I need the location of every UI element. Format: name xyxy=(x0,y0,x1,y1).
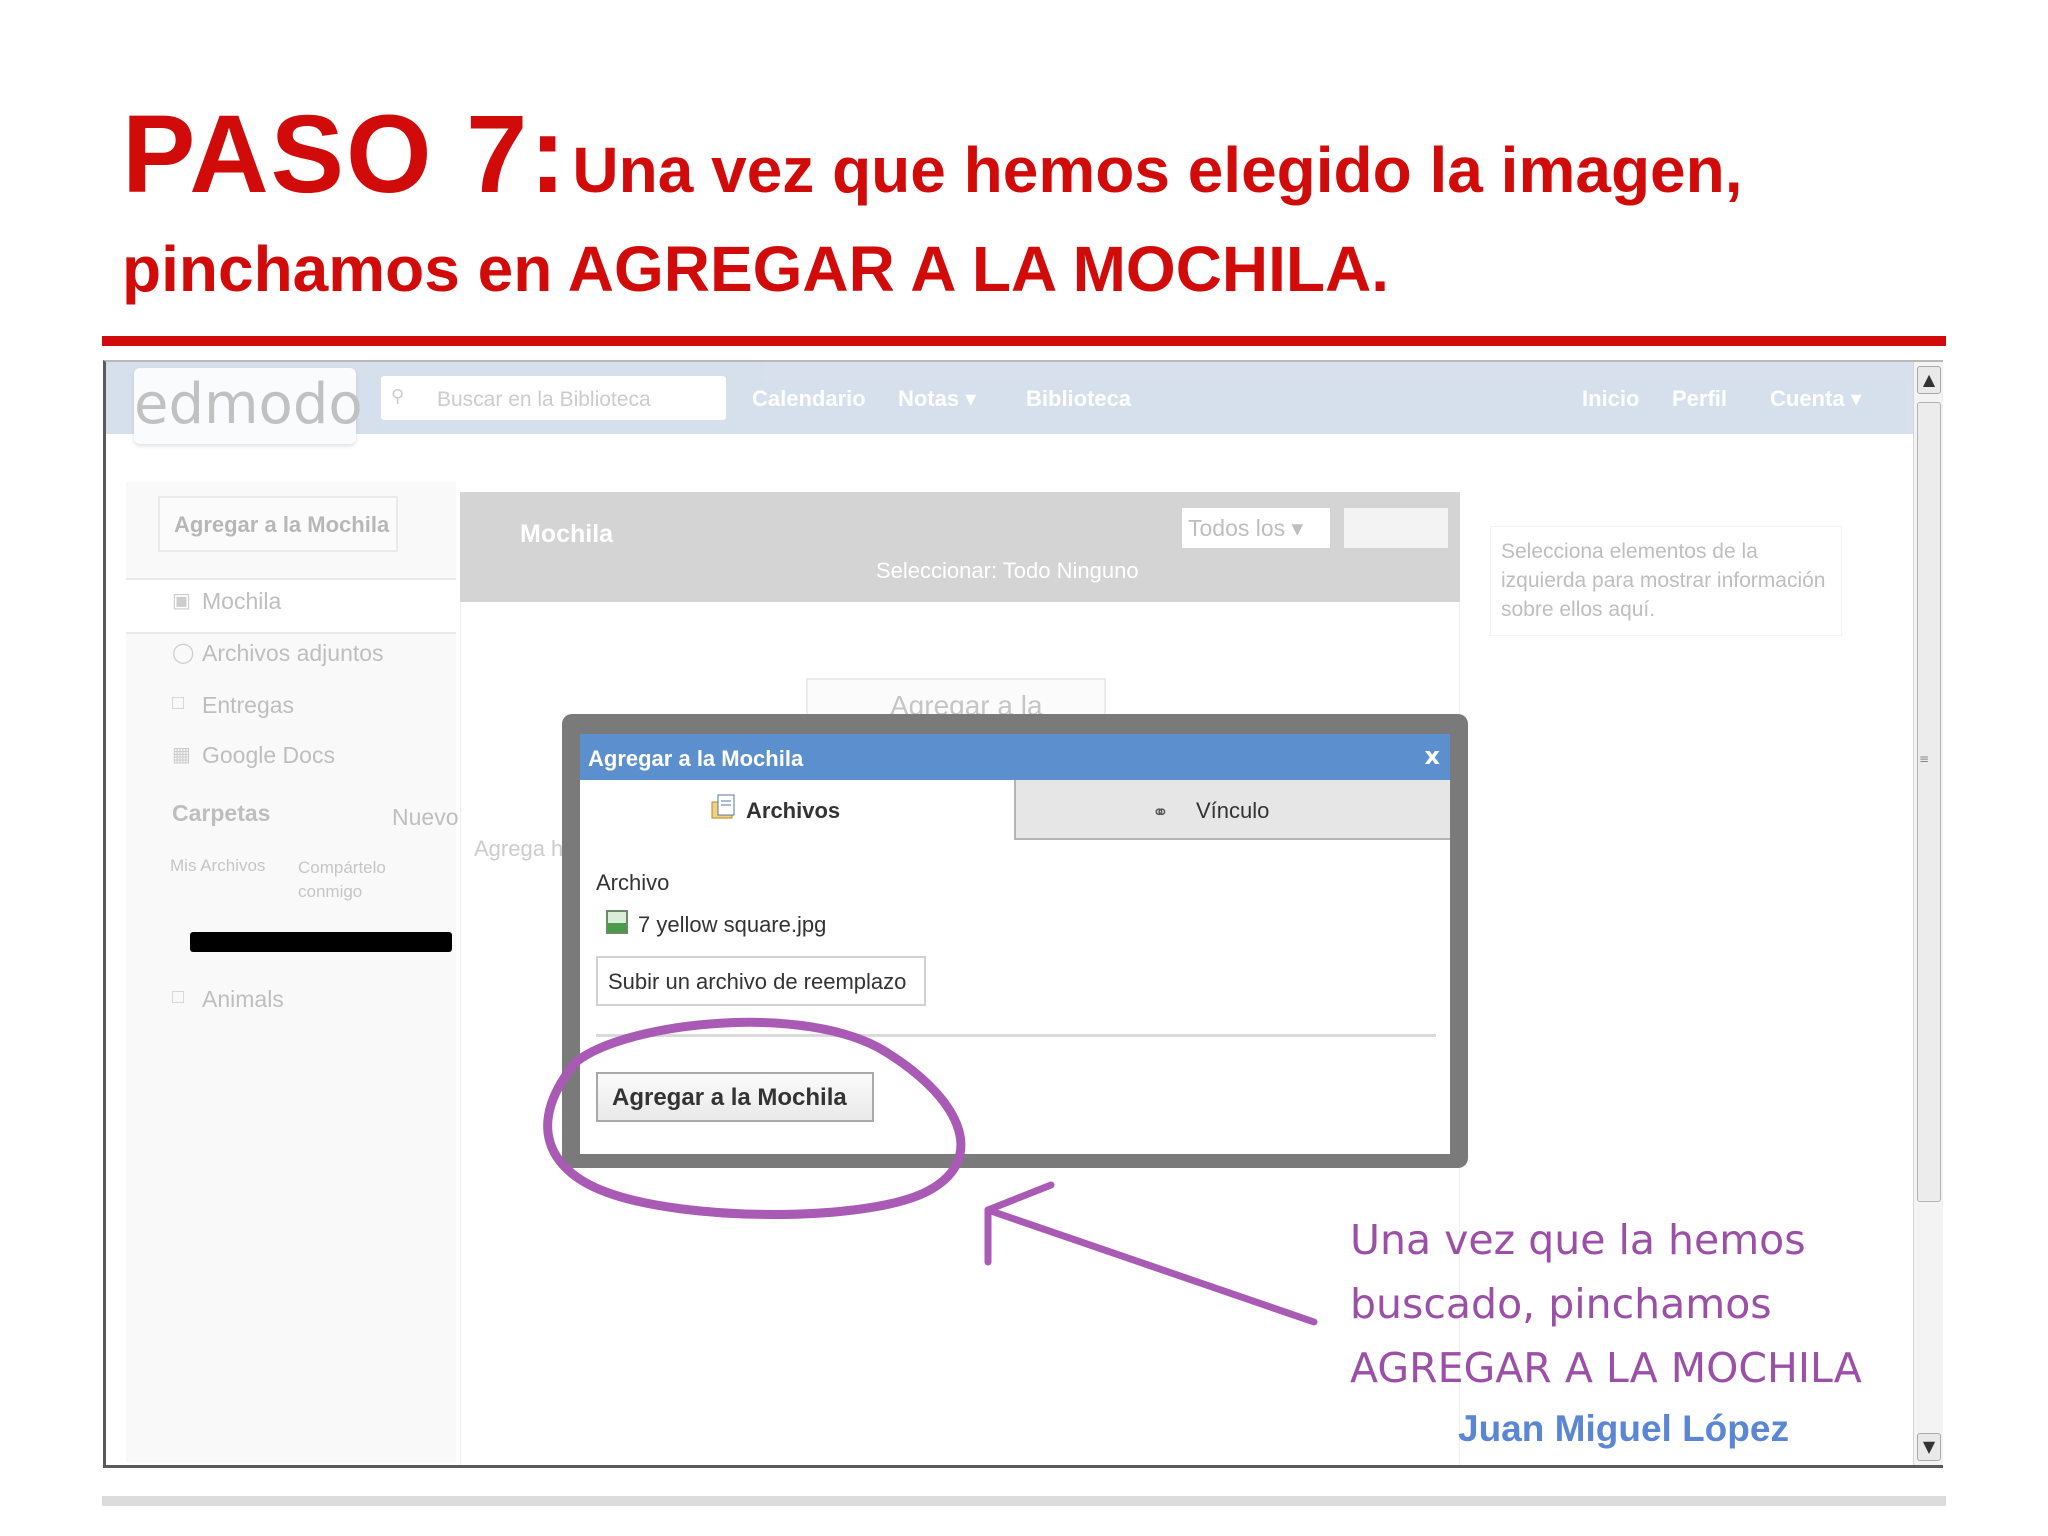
sidebar-item-archivos[interactable]: Archivos adjuntos xyxy=(202,640,384,667)
center-hint-text: Agrega h xyxy=(474,836,564,861)
filter-dropdown[interactable]: Todos los ▾ xyxy=(1182,508,1330,548)
dialog-divider xyxy=(596,1034,1436,1037)
folder-icon: □ xyxy=(172,986,185,1008)
sidebar-add-button[interactable]: Agregar a la Mochila xyxy=(158,496,398,552)
search-placeholder: Buscar en la Biblioteca xyxy=(437,388,651,411)
file-name: 7 yellow square.jpg xyxy=(638,912,827,937)
folders-heading: Carpetas xyxy=(172,800,271,826)
view-toggle[interactable] xyxy=(1344,508,1448,548)
replace-file-button[interactable]: Subir un archivo de reemplazo xyxy=(596,956,926,1006)
sidebar-item-google-docs[interactable]: Google Docs xyxy=(202,742,335,769)
title-line-1: Una vez que hemos elegido la imagen, xyxy=(572,134,1743,206)
annotation-line-2: buscado, pinchamos xyxy=(1350,1280,1772,1328)
nav-perfil[interactable]: Perfil xyxy=(1672,386,1727,412)
tab-vinculo-label: Vínculo xyxy=(1196,798,1270,823)
nav-biblioteca[interactable]: Biblioteca xyxy=(1026,386,1131,412)
tab-archivos[interactable]: Archivos xyxy=(580,780,1014,840)
library-search-input[interactable]: ⚲ Buscar en la Biblioteca xyxy=(381,376,726,420)
edmodo-logo[interactable]: edmodo xyxy=(134,368,363,444)
redacted-bar xyxy=(190,932,452,952)
dialog-title: Agregar a la Mochila xyxy=(580,734,1450,780)
close-icon[interactable]: x xyxy=(1425,742,1440,770)
nav-inicio[interactable]: Inicio xyxy=(1582,386,1639,412)
nav-cuenta[interactable]: Cuenta ▾ xyxy=(1770,386,1862,412)
nav-notas[interactable]: Notas ▾ xyxy=(898,386,976,412)
file-field-label: Archivo xyxy=(596,870,670,895)
new-folder-button[interactable]: Nuevo xyxy=(392,804,458,831)
scroll-up-button[interactable]: ▲ xyxy=(1917,366,1941,394)
backpack-header: Mochila Seleccionar: Todo Ninguno Todos … xyxy=(460,492,1460,602)
vertical-scrollbar[interactable]: ▲ ≡ ▼ xyxy=(1913,362,1943,1465)
scroll-thumb[interactable] xyxy=(1917,402,1941,1202)
add-to-backpack-dialog: Agregar a la Mochila x Archivos ⚭ Víncul… xyxy=(580,734,1450,1154)
step-label: PASO 7: xyxy=(122,93,568,216)
document-icon: □ xyxy=(172,692,185,714)
select-links[interactable]: Seleccionar: Todo Ninguno xyxy=(876,558,1139,584)
backpack-title: Mochila xyxy=(520,520,614,548)
tab-my-files[interactable]: Mis Archivos xyxy=(170,856,265,876)
title-divider xyxy=(102,336,1946,346)
bottom-divider xyxy=(102,1496,1946,1506)
backpack-icon: ▣ xyxy=(172,590,191,612)
sidebar-item-entregas[interactable]: Entregas xyxy=(202,692,294,719)
file-upload-icon xyxy=(711,794,735,819)
slide-title: PASO 7: Una vez que hemos elegido la ima… xyxy=(122,100,2002,306)
annotation-line-1: Una vez que la hemos xyxy=(1350,1216,1806,1264)
sidebar-folder-animals[interactable]: Animals xyxy=(202,986,284,1013)
top-navbar: ⚲ Buscar en la Biblioteca Calendario Not… xyxy=(106,362,1913,434)
sidebar-item-mochila[interactable]: Mochila xyxy=(202,588,281,615)
add-to-backpack-button[interactable]: Agregar a la Mochila xyxy=(596,1072,874,1122)
tab-shared[interactable]: Compártelo conmigo xyxy=(298,856,408,904)
annotation-text: Una vez que la hemos buscado, pinchamos … xyxy=(1350,1208,1910,1400)
app-screenshot: ⚲ Buscar en la Biblioteca Calendario Not… xyxy=(103,360,1943,1468)
author-credit: Juan Miguel López xyxy=(1458,1408,1789,1449)
nav-calendario[interactable]: Calendario xyxy=(752,386,866,412)
scroll-down-button[interactable]: ▼ xyxy=(1917,1433,1941,1461)
link-icon: ⚭ xyxy=(1152,800,1169,824)
google-docs-icon: ▦ xyxy=(172,744,191,766)
search-icon: ⚲ xyxy=(391,386,405,406)
grip-icon: ≡ xyxy=(1919,752,1930,766)
image-file-icon xyxy=(606,910,628,934)
paperclip-icon: ◯ xyxy=(172,642,195,664)
annotation-line-3: AGREGAR A LA MOCHILA xyxy=(1350,1344,1862,1392)
tab-vinculo[interactable]: ⚭ Vínculo xyxy=(1014,780,1450,840)
tab-archivos-label: Archivos xyxy=(746,798,841,823)
title-line-2: pinchamos en AGREGAR A LA MOCHILA. xyxy=(122,233,1389,305)
info-panel: Selecciona elementos de la izquierda par… xyxy=(1490,526,1842,636)
